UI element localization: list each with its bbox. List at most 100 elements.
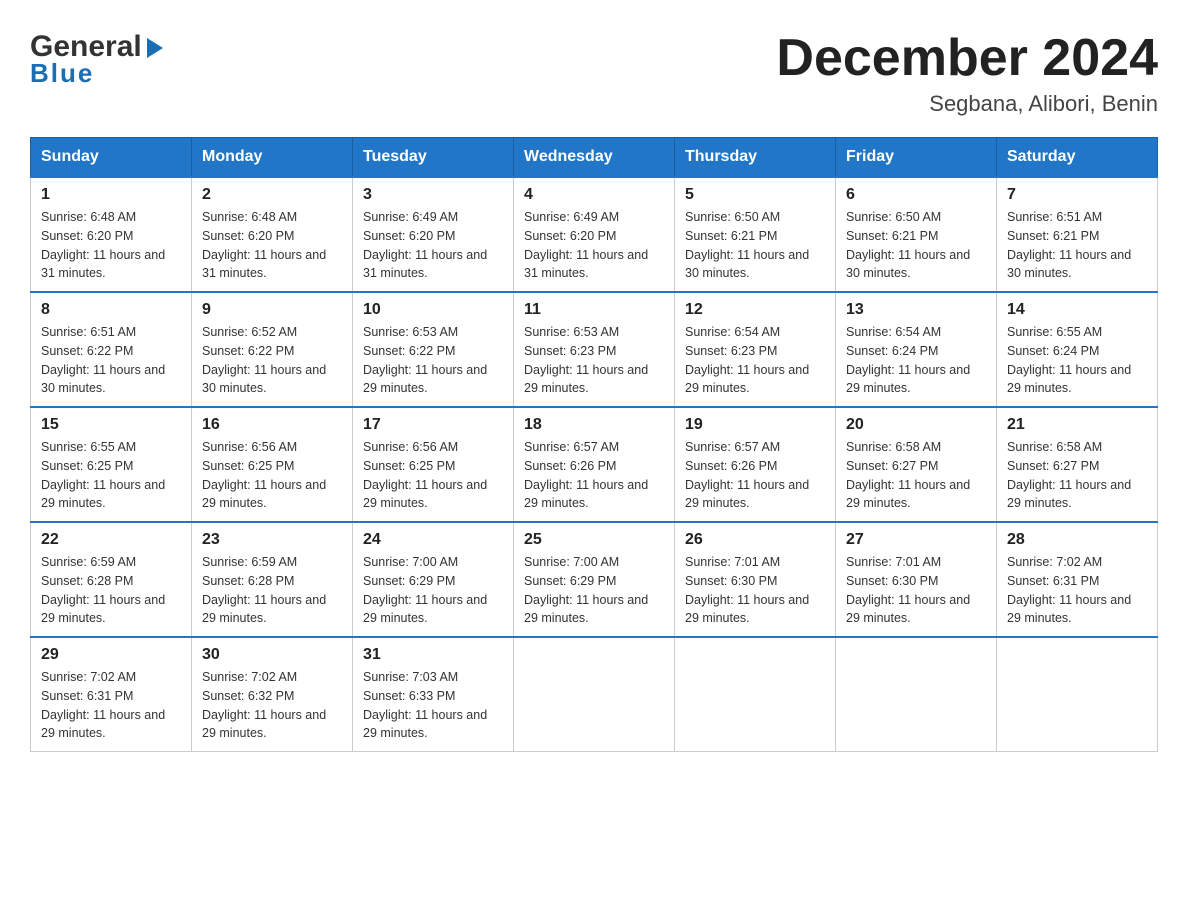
day-info: Sunrise: 7:01 AMSunset: 6:30 PMDaylight:…	[846, 555, 970, 625]
day-number: 19	[685, 416, 825, 434]
day-info: Sunrise: 6:51 AMSunset: 6:21 PMDaylight:…	[1007, 210, 1131, 280]
day-info: Sunrise: 6:56 AMSunset: 6:25 PMDaylight:…	[202, 440, 326, 510]
day-number: 6	[846, 186, 986, 204]
day-number: 15	[41, 416, 181, 434]
calendar-day-cell	[675, 637, 836, 752]
day-number: 27	[846, 531, 986, 549]
col-monday: Monday	[192, 138, 353, 178]
day-info: Sunrise: 6:53 AMSunset: 6:23 PMDaylight:…	[524, 325, 648, 395]
calendar-day-cell: 19 Sunrise: 6:57 AMSunset: 6:26 PMDaylig…	[675, 407, 836, 522]
calendar-day-cell	[997, 637, 1158, 752]
day-info: Sunrise: 7:02 AMSunset: 6:31 PMDaylight:…	[41, 670, 165, 740]
calendar-day-cell: 8 Sunrise: 6:51 AMSunset: 6:22 PMDayligh…	[31, 292, 192, 407]
calendar-day-cell: 12 Sunrise: 6:54 AMSunset: 6:23 PMDaylig…	[675, 292, 836, 407]
calendar-day-cell: 16 Sunrise: 6:56 AMSunset: 6:25 PMDaylig…	[192, 407, 353, 522]
calendar-day-cell: 17 Sunrise: 6:56 AMSunset: 6:25 PMDaylig…	[353, 407, 514, 522]
day-number: 25	[524, 531, 664, 549]
calendar-day-cell: 20 Sunrise: 6:58 AMSunset: 6:27 PMDaylig…	[836, 407, 997, 522]
day-info: Sunrise: 7:00 AMSunset: 6:29 PMDaylight:…	[363, 555, 487, 625]
day-info: Sunrise: 6:57 AMSunset: 6:26 PMDaylight:…	[524, 440, 648, 510]
calendar-day-cell: 4 Sunrise: 6:49 AMSunset: 6:20 PMDayligh…	[514, 177, 675, 292]
day-info: Sunrise: 6:59 AMSunset: 6:28 PMDaylight:…	[202, 555, 326, 625]
day-info: Sunrise: 7:03 AMSunset: 6:33 PMDaylight:…	[363, 670, 487, 740]
calendar-day-cell: 29 Sunrise: 7:02 AMSunset: 6:31 PMDaylig…	[31, 637, 192, 752]
day-number: 26	[685, 531, 825, 549]
calendar-day-cell: 22 Sunrise: 6:59 AMSunset: 6:28 PMDaylig…	[31, 522, 192, 637]
logo-blue-text: Blue	[30, 58, 163, 89]
logo-area: General Blue	[30, 30, 163, 89]
day-info: Sunrise: 6:56 AMSunset: 6:25 PMDaylight:…	[363, 440, 487, 510]
day-number: 18	[524, 416, 664, 434]
month-title: December 2024	[776, 30, 1158, 87]
day-number: 22	[41, 531, 181, 549]
calendar-day-cell: 18 Sunrise: 6:57 AMSunset: 6:26 PMDaylig…	[514, 407, 675, 522]
day-info: Sunrise: 6:52 AMSunset: 6:22 PMDaylight:…	[202, 325, 326, 395]
day-number: 2	[202, 186, 342, 204]
page-header: General Blue December 2024 Segbana, Alib…	[30, 30, 1158, 117]
day-info: Sunrise: 6:50 AMSunset: 6:21 PMDaylight:…	[685, 210, 809, 280]
day-number: 4	[524, 186, 664, 204]
calendar-day-cell: 24 Sunrise: 7:00 AMSunset: 6:29 PMDaylig…	[353, 522, 514, 637]
calendar-week-row: 29 Sunrise: 7:02 AMSunset: 6:31 PMDaylig…	[31, 637, 1158, 752]
day-info: Sunrise: 7:00 AMSunset: 6:29 PMDaylight:…	[524, 555, 648, 625]
day-info: Sunrise: 6:55 AMSunset: 6:25 PMDaylight:…	[41, 440, 165, 510]
day-number: 10	[363, 301, 503, 319]
day-number: 14	[1007, 301, 1147, 319]
day-info: Sunrise: 6:57 AMSunset: 6:26 PMDaylight:…	[685, 440, 809, 510]
calendar-table: Sunday Monday Tuesday Wednesday Thursday…	[30, 137, 1158, 752]
calendar-day-cell: 23 Sunrise: 6:59 AMSunset: 6:28 PMDaylig…	[192, 522, 353, 637]
location-subtitle: Segbana, Alibori, Benin	[776, 91, 1158, 117]
col-thursday: Thursday	[675, 138, 836, 178]
day-info: Sunrise: 6:54 AMSunset: 6:23 PMDaylight:…	[685, 325, 809, 395]
day-number: 21	[1007, 416, 1147, 434]
day-info: Sunrise: 6:58 AMSunset: 6:27 PMDaylight:…	[1007, 440, 1131, 510]
header-row: Sunday Monday Tuesday Wednesday Thursday…	[31, 138, 1158, 178]
day-info: Sunrise: 6:53 AMSunset: 6:22 PMDaylight:…	[363, 325, 487, 395]
day-number: 13	[846, 301, 986, 319]
logo-arrow-icon	[147, 38, 163, 58]
col-tuesday: Tuesday	[353, 138, 514, 178]
day-number: 24	[363, 531, 503, 549]
day-number: 7	[1007, 186, 1147, 204]
day-number: 23	[202, 531, 342, 549]
calendar-week-row: 1 Sunrise: 6:48 AMSunset: 6:20 PMDayligh…	[31, 177, 1158, 292]
day-number: 1	[41, 186, 181, 204]
day-info: Sunrise: 6:59 AMSunset: 6:28 PMDaylight:…	[41, 555, 165, 625]
day-info: Sunrise: 7:01 AMSunset: 6:30 PMDaylight:…	[685, 555, 809, 625]
calendar-day-cell: 3 Sunrise: 6:49 AMSunset: 6:20 PMDayligh…	[353, 177, 514, 292]
calendar-day-cell: 25 Sunrise: 7:00 AMSunset: 6:29 PMDaylig…	[514, 522, 675, 637]
calendar-day-cell: 31 Sunrise: 7:03 AMSunset: 6:33 PMDaylig…	[353, 637, 514, 752]
day-info: Sunrise: 6:49 AMSunset: 6:20 PMDaylight:…	[363, 210, 487, 280]
day-number: 9	[202, 301, 342, 319]
calendar-day-cell	[514, 637, 675, 752]
day-info: Sunrise: 6:48 AMSunset: 6:20 PMDaylight:…	[202, 210, 326, 280]
calendar-day-cell: 6 Sunrise: 6:50 AMSunset: 6:21 PMDayligh…	[836, 177, 997, 292]
calendar-day-cell: 21 Sunrise: 6:58 AMSunset: 6:27 PMDaylig…	[997, 407, 1158, 522]
calendar-day-cell: 13 Sunrise: 6:54 AMSunset: 6:24 PMDaylig…	[836, 292, 997, 407]
calendar-day-cell: 11 Sunrise: 6:53 AMSunset: 6:23 PMDaylig…	[514, 292, 675, 407]
day-number: 29	[41, 646, 181, 664]
calendar-day-cell: 5 Sunrise: 6:50 AMSunset: 6:21 PMDayligh…	[675, 177, 836, 292]
day-number: 8	[41, 301, 181, 319]
calendar-day-cell: 15 Sunrise: 6:55 AMSunset: 6:25 PMDaylig…	[31, 407, 192, 522]
col-wednesday: Wednesday	[514, 138, 675, 178]
calendar-day-cell: 10 Sunrise: 6:53 AMSunset: 6:22 PMDaylig…	[353, 292, 514, 407]
day-info: Sunrise: 6:50 AMSunset: 6:21 PMDaylight:…	[846, 210, 970, 280]
col-saturday: Saturday	[997, 138, 1158, 178]
calendar-day-cell: 2 Sunrise: 6:48 AMSunset: 6:20 PMDayligh…	[192, 177, 353, 292]
day-number: 30	[202, 646, 342, 664]
calendar-day-cell: 14 Sunrise: 6:55 AMSunset: 6:24 PMDaylig…	[997, 292, 1158, 407]
day-number: 17	[363, 416, 503, 434]
calendar-day-cell: 27 Sunrise: 7:01 AMSunset: 6:30 PMDaylig…	[836, 522, 997, 637]
day-number: 28	[1007, 531, 1147, 549]
day-info: Sunrise: 7:02 AMSunset: 6:32 PMDaylight:…	[202, 670, 326, 740]
day-info: Sunrise: 6:58 AMSunset: 6:27 PMDaylight:…	[846, 440, 970, 510]
calendar-day-cell: 1 Sunrise: 6:48 AMSunset: 6:20 PMDayligh…	[31, 177, 192, 292]
day-number: 31	[363, 646, 503, 664]
col-friday: Friday	[836, 138, 997, 178]
calendar-day-cell: 7 Sunrise: 6:51 AMSunset: 6:21 PMDayligh…	[997, 177, 1158, 292]
day-info: Sunrise: 6:48 AMSunset: 6:20 PMDaylight:…	[41, 210, 165, 280]
day-info: Sunrise: 7:02 AMSunset: 6:31 PMDaylight:…	[1007, 555, 1131, 625]
title-area: December 2024 Segbana, Alibori, Benin	[776, 30, 1158, 117]
calendar-day-cell	[836, 637, 997, 752]
